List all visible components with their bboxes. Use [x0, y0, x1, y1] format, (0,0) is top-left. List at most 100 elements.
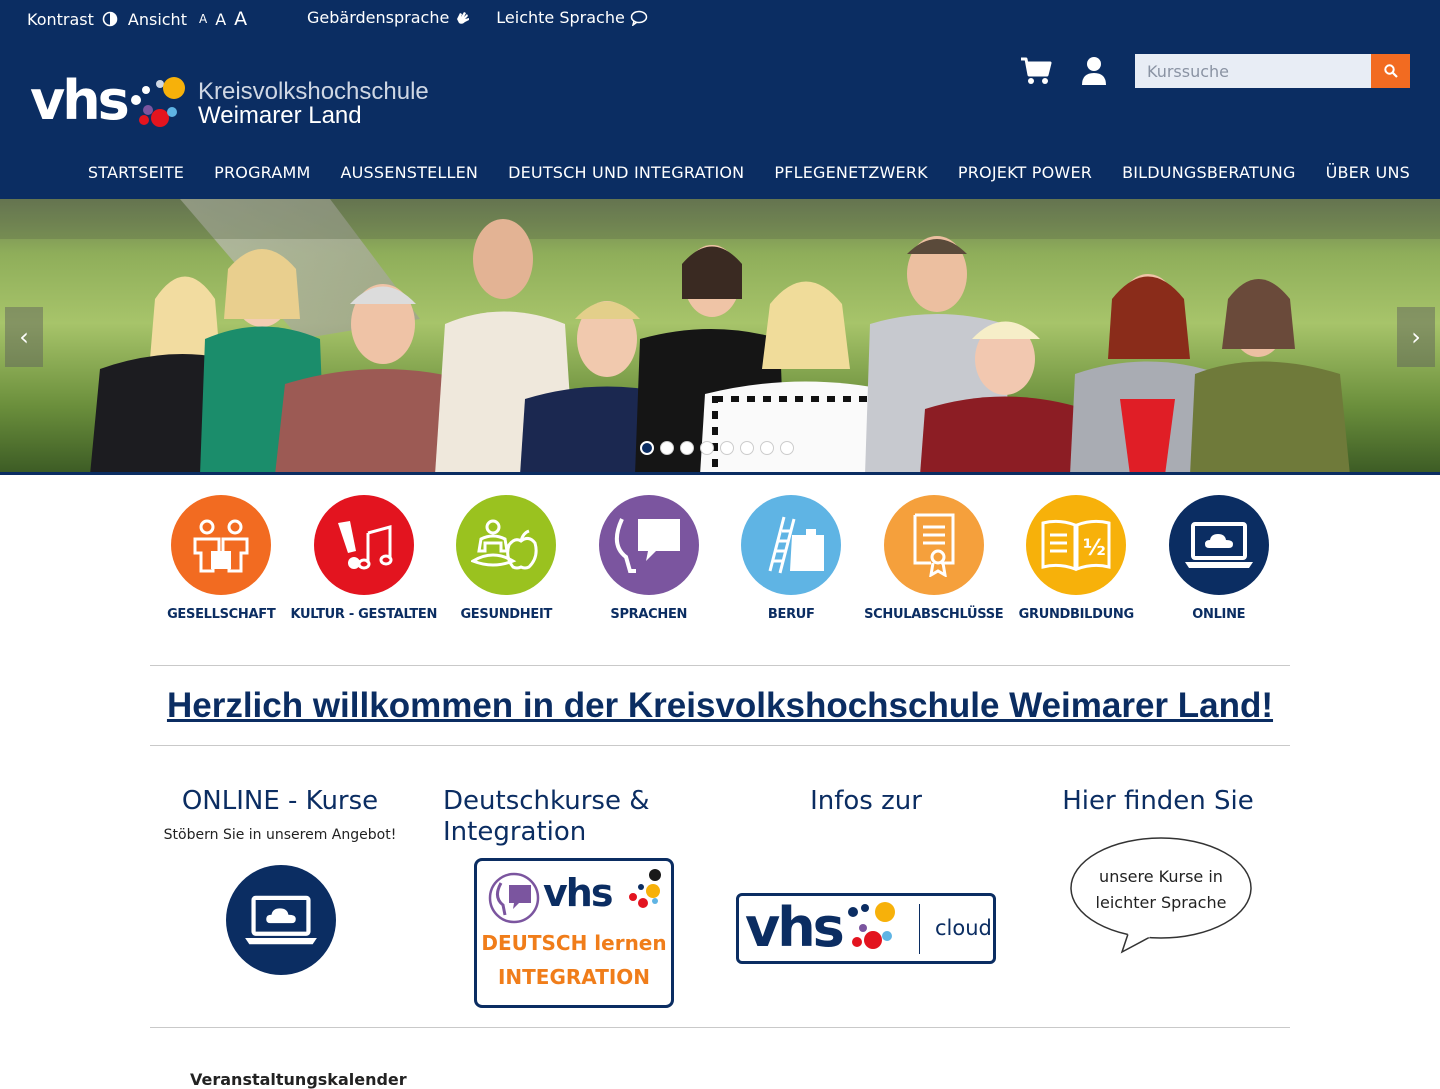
category-label: KULTUR - GESTALTEN [290, 607, 438, 622]
account-button[interactable] [1076, 54, 1112, 88]
category-kultur[interactable]: KULTUR - GESTALTEN [290, 495, 438, 622]
category-circle [1168, 495, 1269, 595]
view-label: Ansicht [127, 9, 187, 29]
category-label: ONLINE [1192, 607, 1246, 622]
category-gesellschaft[interactable]: GESELLSCHAFT [150, 495, 293, 622]
cloud-label: cloud [935, 916, 992, 940]
vhs-cloud-title: Infos zur [810, 786, 922, 816]
logo-vhs-text: vhs [30, 69, 130, 132]
font-size-medium-button[interactable]: A [215, 10, 226, 29]
slider-next-button[interactable]: › [1397, 307, 1435, 367]
slider-dot[interactable] [740, 441, 754, 455]
slider-prev-button[interactable]: ‹ [5, 307, 43, 367]
category-list: GESELLSCHAFT KULTUR - GESTALTEN GESUNDHE… [150, 495, 1290, 622]
image-slider: ‹ › [0, 199, 1440, 475]
bubble-line-1: unsere Kurse in [1099, 867, 1223, 886]
category-label: SPRACHEN [610, 607, 688, 622]
vhs-cloud-teaser: Infos zur [736, 786, 996, 817]
category-schulabschluesse[interactable]: SCHULABSCHLÜSSE [863, 495, 1006, 622]
slider-dot[interactable] [640, 441, 654, 455]
book-half-icon: ½ [1041, 519, 1111, 572]
slider-dot[interactable] [760, 441, 774, 455]
vhs-cloud-link[interactable]: vhs cloud [736, 893, 996, 964]
cloud-vhs-text: vhs [745, 896, 845, 959]
team-photo [0, 199, 1440, 475]
nav-pflegenetzwerk[interactable]: PFLEGENETZWERK [774, 163, 928, 182]
dl-vhs-text: vhs [543, 871, 613, 915]
category-label: SCHULABSCHLÜSSE [864, 607, 1004, 622]
easy-language-courses-link[interactable]: unsere Kurse in leichter Sprache [1068, 836, 1258, 956]
slider-dot[interactable] [660, 441, 674, 455]
slider-dot[interactable] [720, 441, 734, 455]
search-button[interactable] [1371, 54, 1410, 88]
online-courses-link[interactable] [226, 865, 336, 975]
user-icon [1082, 57, 1106, 85]
category-grundbildung[interactable]: ½ GRUNDBILDUNG [1005, 495, 1148, 622]
slider-dot[interactable] [680, 441, 694, 455]
category-circle [313, 495, 414, 595]
online-courses-teaser: ONLINE - Kurse Stöbern Sie in unserem An… [150, 786, 410, 843]
category-label: GRUNDBILDUNG [1018, 607, 1135, 622]
search-icon [1383, 64, 1398, 78]
svg-text:½: ½ [1083, 536, 1106, 561]
language-links: Gebärdensprache Leichte Sprache [307, 8, 672, 27]
category-circle [883, 495, 984, 595]
contrast-toggle[interactable]: Kontrast [27, 10, 118, 29]
site-logo[interactable]: vhs Kreisvolkshochschule Weimarer Land [30, 72, 440, 134]
divider [150, 665, 1290, 666]
course-search [1135, 54, 1410, 88]
online-courses-subtitle: Stöbern Sie in unserem Angebot! [163, 827, 397, 843]
font-size-small-button[interactable]: A [199, 12, 207, 26]
sign-language-link[interactable]: Gebärdensprache [307, 8, 472, 27]
speech-bubble-icon [630, 10, 648, 26]
speech-icon [614, 518, 680, 573]
logo-line-2: Weimarer Land [198, 102, 362, 129]
category-circle: ½ [1026, 495, 1127, 595]
divider [150, 745, 1290, 746]
sign-language-label: Gebärdensprache [307, 8, 450, 27]
nav-ueber-uns[interactable]: ÜBER UNS [1326, 163, 1410, 182]
nav-deutsch-integration[interactable]: DEUTSCH UND INTEGRATION [508, 163, 744, 182]
category-circle [171, 495, 272, 595]
logo-dots-icon [848, 902, 895, 949]
people-icon [193, 519, 249, 573]
deutsch-lernen-integration-link[interactable]: vhs DEUTSCH lernen INTEGRATION [474, 858, 674, 1008]
online-courses-title: ONLINE - Kurse [181, 786, 379, 816]
nav-aussenstellen[interactable]: AUSSENSTELLEN [341, 163, 479, 182]
slider-dot[interactable] [700, 441, 714, 455]
easy-language-link[interactable]: Leichte Sprache [496, 8, 648, 27]
nav-projekt-power[interactable]: PROJEKT POWER [958, 163, 1092, 182]
font-size-large-button[interactable]: A [234, 8, 247, 30]
laptop-cloud-icon [1184, 522, 1253, 568]
cart-button[interactable] [1018, 54, 1054, 88]
easy-language-teaser: Hier finden Sie [1028, 786, 1288, 817]
certificate-icon [913, 513, 955, 577]
contrast-icon [102, 11, 118, 27]
nav-bildungsberatung[interactable]: BILDUNGSBERATUNG [1122, 163, 1295, 182]
easy-language-title: Hier finden Sie [1062, 786, 1254, 816]
german-courses-teaser: Deutschkurse & Integration [443, 786, 703, 848]
yoga-apple-icon [471, 519, 538, 570]
nav-startseite[interactable]: STARTSEITE [88, 163, 184, 182]
music-brush-icon [337, 521, 393, 570]
category-sprachen[interactable]: SPRACHEN [578, 495, 721, 622]
logo-dots-icon [131, 77, 185, 127]
nav-programm[interactable]: PROGRAMM [214, 163, 310, 182]
bubble-line-2: leichter Sprache [1095, 893, 1227, 912]
category-beruf[interactable]: BERUF [720, 495, 863, 622]
search-input[interactable] [1135, 54, 1371, 88]
easy-language-label: Leichte Sprache [496, 8, 625, 27]
sign-language-icon [457, 11, 470, 24]
ladder-briefcase-icon [768, 516, 825, 574]
welcome-heading[interactable]: Herzlich willkommen in der Kreisvolkshoc… [150, 686, 1290, 726]
dl-line-1: DEUTSCH lernen [481, 931, 667, 955]
slider-dot[interactable] [780, 441, 794, 455]
category-label: BERUF [767, 607, 815, 622]
cloud-separator [919, 904, 920, 954]
category-online[interactable]: ONLINE [1148, 495, 1291, 622]
dl-line-2: INTEGRATION [497, 965, 651, 989]
header-tools [1018, 54, 1134, 88]
german-courses-title: Deutschkurse & Integration [443, 786, 650, 847]
bubble-text: unsere Kurse in leichter Sprache [1068, 864, 1254, 916]
category-gesundheit[interactable]: GESUNDHEIT [435, 495, 578, 622]
